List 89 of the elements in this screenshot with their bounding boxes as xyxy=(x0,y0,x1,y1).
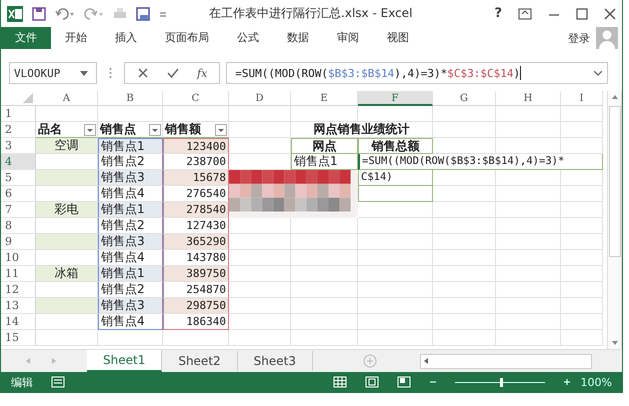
insert-function-button[interactable]: fx xyxy=(197,66,208,80)
table-cell[interactable]: 销售总额 xyxy=(358,138,433,154)
redo-icon[interactable] xyxy=(84,6,104,20)
column-heading: 销售额 xyxy=(164,122,201,137)
dropdown-icon[interactable] xyxy=(80,70,88,76)
table-cell[interactable]: 冰箱 xyxy=(36,266,98,282)
avatar-icon[interactable] xyxy=(596,27,618,49)
sheet-tab[interactable]: Sheet2 xyxy=(162,351,238,371)
table-cell[interactable]: 空调 xyxy=(36,138,98,154)
excel-logo-icon xyxy=(7,6,23,22)
zoom-level[interactable]: 100% xyxy=(580,376,612,388)
zoom-thumb[interactable] xyxy=(500,378,503,386)
name-box[interactable]: VLOOKUP xyxy=(9,62,97,84)
ribbon-tab[interactable]: 审阅 xyxy=(323,27,373,49)
row-header[interactable]: 1 xyxy=(1,106,36,122)
maximize-icon[interactable] xyxy=(576,8,588,20)
save-icon[interactable] xyxy=(32,6,46,20)
table-cell[interactable]: 网点 xyxy=(291,138,358,154)
row-header[interactable]: 8 xyxy=(1,218,36,234)
ribbon-display-icon[interactable] xyxy=(518,8,532,20)
table-cell[interactable]: 销售点3 xyxy=(98,234,163,250)
sign-in-link[interactable]: 登录 xyxy=(568,30,590,46)
column-header[interactable]: D xyxy=(229,91,291,106)
normal-view-icon[interactable] xyxy=(332,376,347,388)
row-header[interactable]: 12 xyxy=(1,282,36,298)
check-icon[interactable] xyxy=(167,67,179,79)
table-cell[interactable]: 186340 xyxy=(163,314,229,330)
printer-icon[interactable] xyxy=(113,6,127,20)
table-cell[interactable]: 389750 xyxy=(163,266,229,282)
ribbon-tab[interactable]: 数据 xyxy=(273,27,323,49)
filter-dropdown-icon[interactable] xyxy=(149,124,161,136)
ribbon-tab[interactable]: 插入 xyxy=(101,27,151,49)
formula-field[interactable]: =SUM((MOD(ROW($B$3:$B$14),4)=3)*$C$3:$C$14) xyxy=(226,62,608,84)
table-cell[interactable]: 278540 xyxy=(163,202,229,218)
page-break-icon[interactable] xyxy=(396,376,411,388)
zoom-in-icon[interactable] xyxy=(562,378,571,386)
column-header[interactable]: C xyxy=(163,91,229,106)
column-header[interactable]: I xyxy=(561,91,603,106)
filter-dropdown-icon[interactable] xyxy=(84,124,96,136)
row-header[interactable]: 15 xyxy=(1,330,36,346)
cancel-icon[interactable] xyxy=(137,67,149,79)
add-sheet-icon[interactable] xyxy=(362,354,377,368)
row-header[interactable]: 4 xyxy=(1,154,36,170)
row-header[interactable]: 2 xyxy=(1,122,36,138)
page-layout-icon[interactable] xyxy=(364,376,379,388)
help-button[interactable]: ? xyxy=(494,6,502,21)
customize-icon[interactable] xyxy=(159,10,167,18)
table-cell[interactable]: 销售点3 xyxy=(98,170,163,186)
column-header[interactable]: H xyxy=(496,91,561,106)
row-header[interactable]: 6 xyxy=(1,186,36,202)
column-heading: 销售点 xyxy=(98,122,136,137)
sheet-tab[interactable]: Sheet3 xyxy=(238,351,313,371)
save-as-icon[interactable] xyxy=(136,6,150,20)
table-cell[interactable]: 网点销售业绩统计 xyxy=(291,122,433,138)
table-cell[interactable]: 销售点3 xyxy=(98,298,163,314)
row-header[interactable]: 10 xyxy=(1,250,36,266)
table-cell[interactable]: 销售点4 xyxy=(98,314,163,330)
table-cell[interactable]: 销售点1 xyxy=(98,202,163,218)
vertical-scrollbar[interactable] xyxy=(607,91,622,349)
table-cell[interactable]: 销售点1 xyxy=(98,138,163,154)
table-cell[interactable]: 销售点1 xyxy=(98,266,163,282)
ribbon-tab[interactable]: 视图 xyxy=(373,27,423,49)
drag-handle-icon[interactable] xyxy=(109,67,112,79)
column-header[interactable]: F xyxy=(358,91,433,106)
table-cell[interactable]: 298750 xyxy=(163,298,229,314)
close-icon[interactable] xyxy=(604,8,616,20)
status-mode: 编辑 xyxy=(11,374,33,390)
window-title: 在工作表中进行隔行汇总.xlsx - Excel xyxy=(208,5,414,22)
table-cell[interactable]: 365290 xyxy=(163,234,229,250)
expand-icon[interactable] xyxy=(594,70,602,76)
select-all-icon[interactable] xyxy=(1,91,36,106)
column-heading: 品名 xyxy=(37,122,62,137)
ribbon-tab[interactable]: 文件 xyxy=(1,27,51,49)
row-header[interactable]: 14 xyxy=(1,314,36,330)
macro-record-icon[interactable] xyxy=(51,376,65,388)
table-cell[interactable]: 15678 xyxy=(163,170,229,186)
table-cell[interactable]: 123400 xyxy=(163,138,229,154)
table-cell[interactable]: =SUM((MOD(ROW($B$3:$B$14),4)=3)* xyxy=(358,154,603,170)
filter-dropdown-icon[interactable] xyxy=(215,124,227,136)
table-cell[interactable]: 彩电 xyxy=(36,202,98,218)
column-header[interactable]: G xyxy=(433,91,496,106)
ribbon-tab[interactable]: 页面布局 xyxy=(151,27,223,49)
horizontal-scrollbar[interactable] xyxy=(420,354,592,368)
column-header[interactable]: B xyxy=(98,91,163,106)
column-header[interactable]: A xyxy=(36,91,98,106)
ribbon-tab[interactable]: 开始 xyxy=(51,27,101,49)
sheet-tab[interactable]: Sheet1 xyxy=(87,350,162,372)
undo-icon[interactable] xyxy=(55,6,75,20)
ribbon-tab[interactable]: 公式 xyxy=(223,27,273,49)
